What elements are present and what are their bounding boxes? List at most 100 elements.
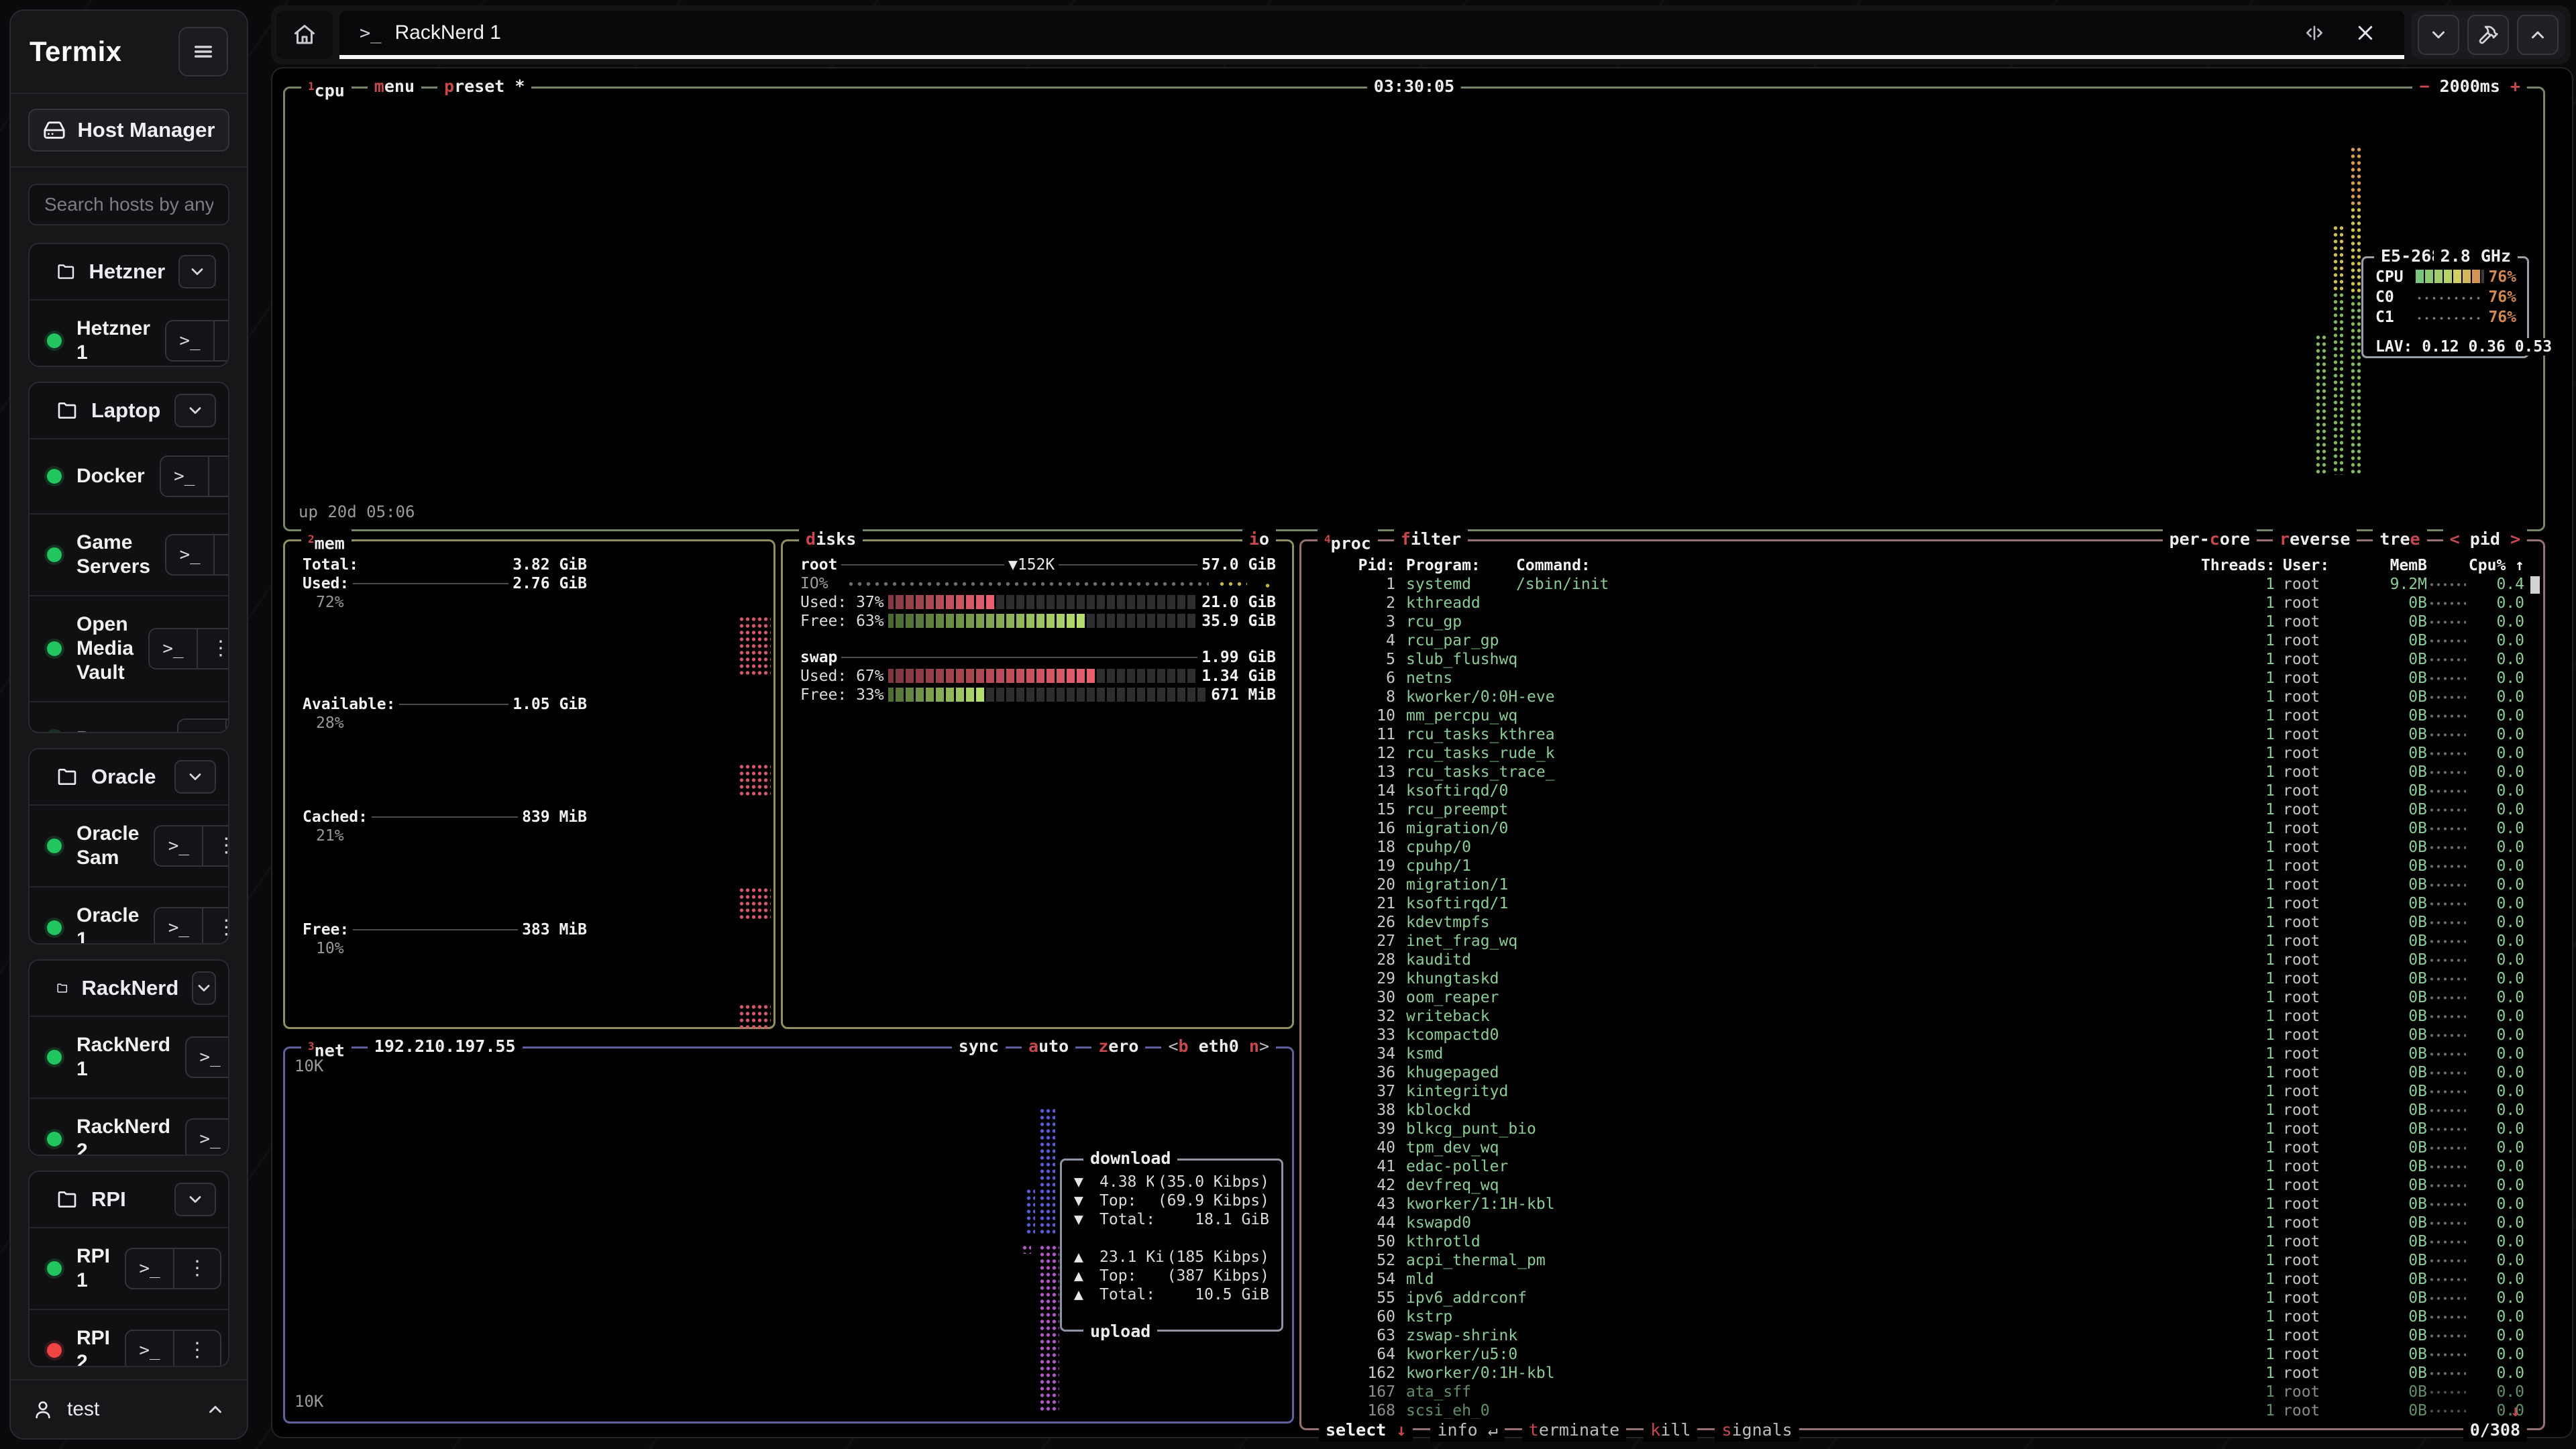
process-row[interactable]: 14ksoftirqd/01root0B0.0 xyxy=(1315,782,2524,800)
tools-button[interactable] xyxy=(2467,15,2509,55)
host-menu-button[interactable]: ⋮ xyxy=(197,629,229,668)
cpu-menu-button[interactable]: menu xyxy=(368,75,421,102)
proc-percore-toggle[interactable]: per-core xyxy=(2163,528,2257,551)
process-row[interactable]: 12rcu_tasks_rude_k1root0B0.0 xyxy=(1315,744,2524,763)
process-row[interactable]: 16migration/01root0B0.0 xyxy=(1315,819,2524,838)
column-header[interactable]: Program: xyxy=(1406,557,1507,574)
host-terminal-button[interactable]: >_ xyxy=(186,1038,229,1077)
select-key[interactable]: select ↓ xyxy=(1319,1419,1413,1442)
process-row[interactable]: 27inet_frag_wq1root0B0.0 xyxy=(1315,932,2524,951)
process-row[interactable]: 50kthrotld1root0B0.0 xyxy=(1315,1232,2524,1251)
kill-key[interactable]: kill xyxy=(1644,1419,1697,1442)
host-terminal-button[interactable]: >_ xyxy=(155,826,202,865)
host-item[interactable]: Hetzner 1>_⋮ xyxy=(30,299,228,367)
process-row[interactable]: 19cpuhp/11root0B0.0 xyxy=(1315,857,2524,875)
host-terminal-button[interactable]: >_ xyxy=(166,535,213,574)
host-menu-button[interactable]: ⋮ xyxy=(225,720,229,733)
proc-reverse-toggle[interactable]: reverse xyxy=(2273,528,2357,551)
home-button[interactable] xyxy=(276,11,333,59)
process-row[interactable]: 54mld1root0B0.0 xyxy=(1315,1270,2524,1289)
info-key[interactable]: info ↵ xyxy=(1430,1419,1504,1442)
proc-sort-selector[interactable]: < pid > xyxy=(2443,528,2527,551)
host-item[interactable]: RackNerd 1>_⋮ xyxy=(30,1016,228,1097)
process-row[interactable]: 21ksoftirqd/11root0B0.0 xyxy=(1315,894,2524,913)
signals-key[interactable]: signals xyxy=(1715,1419,1799,1442)
process-row[interactable]: 36khugepaged1root0B0.0 xyxy=(1315,1063,2524,1082)
process-row[interactable]: 1systemd/sbin/init1root9.2M0.4 xyxy=(1315,575,2524,594)
host-item[interactable]: RPI 2>_⋮ xyxy=(30,1309,228,1367)
host-item[interactable]: RackNerd 2>_⋮ xyxy=(30,1097,228,1156)
scrollbar-thumb[interactable] xyxy=(2530,576,2540,594)
process-row[interactable]: 162kworker/0:1H-kbl1root0B0.0 xyxy=(1315,1364,2524,1383)
process-row[interactable]: 44kswapd01root0B0.0 xyxy=(1315,1214,2524,1232)
sidebar-menu-button[interactable] xyxy=(178,27,228,76)
process-row[interactable]: 42devfreq_wq1root0B0.0 xyxy=(1315,1176,2524,1195)
process-row[interactable]: 52acpi_thermal_pm1root0B0.0 xyxy=(1315,1251,2524,1270)
process-row[interactable]: 26kdevtmpfs1root0B0.0 xyxy=(1315,913,2524,932)
process-row[interactable]: 60kstrp1root0B0.0 xyxy=(1315,1307,2524,1326)
group-collapse-button[interactable] xyxy=(192,971,216,1005)
group-header[interactable]: RackNerd xyxy=(30,961,228,1016)
process-row[interactable]: 55ipv6_addrconf1root0B0.0 xyxy=(1315,1289,2524,1307)
host-terminal-button[interactable]: >_ xyxy=(150,629,197,668)
host-item[interactable]: Game Servers>_⋮ xyxy=(30,513,228,595)
host-manager-button[interactable]: Host Manager xyxy=(28,109,229,152)
process-row[interactable]: 168scsi_eh_01root0B0.0 xyxy=(1315,1401,2524,1420)
host-item[interactable]: Docker>_⋮ xyxy=(30,438,228,513)
process-row[interactable]: 15rcu_preempt1root0B0.0 xyxy=(1315,800,2524,819)
column-header[interactable]: Command: xyxy=(1516,557,2201,574)
host-item[interactable]: Open Media Vault>_⋮ xyxy=(30,595,228,701)
host-terminal-button[interactable]: >_ xyxy=(161,457,208,496)
tab-close-button[interactable] xyxy=(2347,14,2384,52)
net-sync-toggle[interactable]: sync xyxy=(952,1035,1006,1058)
column-header[interactable]: User: xyxy=(2283,557,2363,574)
process-row[interactable]: 29khungtaskd1root0B0.0 xyxy=(1315,969,2524,988)
process-row[interactable]: 63zswap-shrink1root0B0.0 xyxy=(1315,1326,2524,1345)
update-interval[interactable]: − 2000ms + xyxy=(2412,75,2527,98)
group-collapse-button[interactable] xyxy=(178,255,216,288)
net-zero-toggle[interactable]: zero xyxy=(1091,1035,1145,1058)
process-row[interactable]: 34ksmd1root0B0.0 xyxy=(1315,1044,2524,1063)
process-row[interactable]: 20migration/11root0B0.0 xyxy=(1315,875,2524,894)
process-row[interactable]: 37kintegrityd1root0B0.0 xyxy=(1315,1082,2524,1101)
host-item[interactable]: RPI 1>_⋮ xyxy=(30,1227,228,1309)
process-row[interactable]: 30oom_reaper1root0B0.0 xyxy=(1315,988,2524,1007)
host-item[interactable]: Oracle 1>_⋮ xyxy=(30,886,228,945)
column-header[interactable]: Pid: xyxy=(1315,557,1395,574)
host-menu-button[interactable]: ⋮ xyxy=(213,321,229,360)
proc-tree-toggle[interactable]: tree xyxy=(2373,528,2426,551)
search-input[interactable] xyxy=(28,184,229,225)
host-menu-button[interactable]: ⋮ xyxy=(208,457,229,496)
process-row[interactable]: 5slub_flushwq1root0B0.0 xyxy=(1315,650,2524,669)
process-row[interactable]: 167ata_sff1root0B0.0 xyxy=(1315,1383,2524,1401)
process-row[interactable]: 64kworker/u5:01root0B0.0 xyxy=(1315,1345,2524,1364)
process-row[interactable]: 2kthreadd1root0B0.0 xyxy=(1315,594,2524,612)
user-menu[interactable]: test xyxy=(11,1379,247,1438)
process-row[interactable]: 4rcu_par_gp1root0B0.0 xyxy=(1315,631,2524,650)
host-item[interactable]: Proxmox>_⋮ xyxy=(30,701,228,733)
net-interface-switcher[interactable]: <b eth0 n> xyxy=(1161,1035,1276,1058)
cpu-preset-button[interactable]: preset * xyxy=(437,75,531,102)
column-header[interactable]: Threads: xyxy=(2201,557,2275,574)
process-row[interactable]: 38kblockd1root0B0.0 xyxy=(1315,1101,2524,1120)
group-header[interactable]: Hetzner xyxy=(30,244,228,299)
panel-collapse-button[interactable] xyxy=(2418,15,2459,55)
tab-split-button[interactable] xyxy=(2296,14,2333,52)
terminate-key[interactable]: terminate xyxy=(1522,1419,1626,1442)
panel-expand-button[interactable] xyxy=(2517,15,2559,55)
host-terminal-button[interactable]: >_ xyxy=(126,1249,173,1288)
process-row[interactable]: 3rcu_gp1root0B0.0 xyxy=(1315,612,2524,631)
group-collapse-button[interactable] xyxy=(174,1183,216,1216)
host-terminal-button[interactable]: >_ xyxy=(166,321,213,360)
terminal-screen[interactable]: 1cpumenupreset *03:30:05− 2000ms +E5-268… xyxy=(271,67,2573,1438)
host-menu-button[interactable]: ⋮ xyxy=(213,535,229,574)
process-row[interactable]: 41edac-poller1root0B0.0 xyxy=(1315,1157,2524,1176)
group-header[interactable]: RPI xyxy=(30,1172,228,1227)
process-row[interactable]: 33kcompactd01root0B0.0 xyxy=(1315,1026,2524,1044)
process-row[interactable]: 10mm_percpu_wq1root0B0.0 xyxy=(1315,706,2524,725)
disks-io-toggle[interactable]: io xyxy=(1242,528,1276,551)
group-collapse-button[interactable] xyxy=(174,760,216,794)
group-header[interactable]: Laptop xyxy=(30,383,228,438)
group-collapse-button[interactable] xyxy=(174,394,216,427)
host-menu-button[interactable]: ⋮ xyxy=(173,1331,220,1367)
